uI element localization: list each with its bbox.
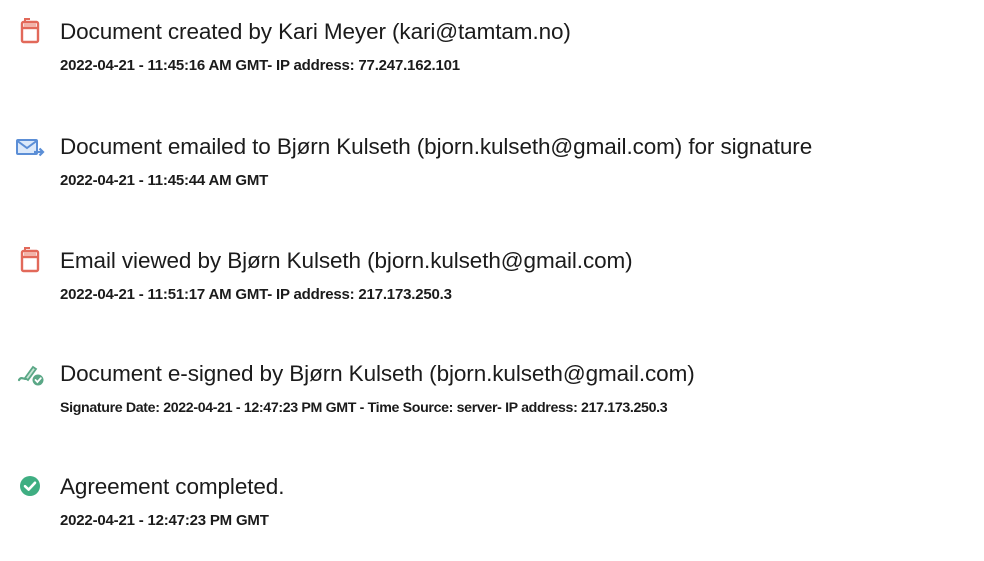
event-title: Document created by Kari Meyer (kari@tam…: [60, 19, 571, 44]
event-title: Email viewed by Bjørn Kulseth (bjorn.kul…: [60, 248, 633, 273]
email-viewed-icon: [14, 245, 46, 277]
history-event: Email viewed by Bjørn Kulseth (bjorn.kul…: [0, 245, 984, 335]
event-detail: 2022-04-21 - 11:51:17 AM GMT- IP address…: [60, 286, 452, 303]
event-detail: Signature Date: 2022-04-21 - 12:47:23 PM…: [60, 400, 668, 416]
event-detail: 2022-04-21 - 11:45:16 AM GMT- IP address…: [60, 57, 460, 74]
event-title: Agreement completed.: [60, 474, 285, 499]
event-title: Document e-signed by Bjørn Kulseth (bjor…: [60, 361, 695, 386]
history-event: Agreement completed. 2022-04-21 - 12:47:…: [0, 471, 984, 561]
audit-history: Document created by Kari Meyer (kari@tam…: [0, 0, 984, 536]
history-event: Document created by Kari Meyer (kari@tam…: [0, 16, 984, 106]
agreement-completed-icon: [14, 471, 46, 503]
event-detail: 2022-04-21 - 11:45:44 AM GMT: [60, 172, 269, 189]
event-detail: 2022-04-21 - 12:47:23 PM GMT: [60, 512, 269, 529]
email-sent-icon: [14, 131, 46, 163]
event-title: Document emailed to Bjørn Kulseth (bjorn…: [60, 134, 813, 159]
history-event: Document e-signed by Bjørn Kulseth (bjor…: [0, 358, 984, 448]
e-signed-icon: [14, 358, 46, 390]
document-created-icon: [14, 16, 46, 48]
history-event: Document emailed to Bjørn Kulseth (bjorn…: [0, 131, 984, 221]
